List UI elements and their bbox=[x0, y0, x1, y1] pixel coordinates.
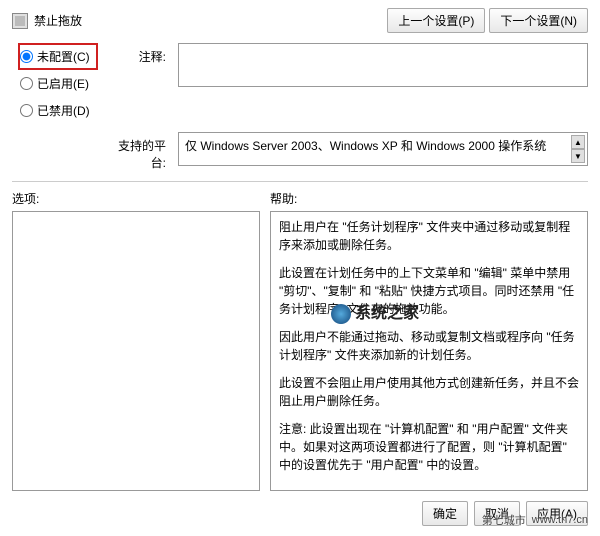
options-header: 选项: bbox=[12, 188, 260, 211]
comment-input[interactable] bbox=[178, 43, 588, 87]
help-p1: 阻止用户在 "任务计划程序" 文件夹中通过移动或复制程序来添加或删除任务。 bbox=[279, 218, 579, 254]
options-box bbox=[12, 211, 260, 491]
footer-watermark: 第七城市 www.th7.cn bbox=[482, 512, 588, 528]
footer-url: www.th7.cn bbox=[532, 514, 588, 526]
radio-enabled[interactable]: 已启用(E) bbox=[18, 70, 98, 97]
separator bbox=[12, 181, 588, 182]
next-setting-button[interactable]: 下一个设置(N) bbox=[489, 8, 588, 33]
radio-not-configured-input[interactable] bbox=[20, 50, 33, 63]
scroll-down-icon[interactable]: ▼ bbox=[571, 149, 585, 163]
radio-disabled-input[interactable] bbox=[20, 104, 33, 117]
radio-enabled-input[interactable] bbox=[20, 77, 33, 90]
help-header: 帮助: bbox=[270, 188, 588, 211]
prev-setting-button[interactable]: 上一个设置(P) bbox=[387, 8, 485, 33]
radio-not-configured[interactable]: 未配置(C) bbox=[18, 43, 98, 70]
ok-button[interactable]: 确定 bbox=[422, 501, 468, 526]
radio-disabled-label: 已禁用(D) bbox=[37, 102, 90, 119]
page-title: 禁止拖放 bbox=[34, 12, 82, 29]
platform-text: 仅 Windows Server 2003、Windows XP 和 Windo… bbox=[185, 139, 546, 153]
help-p3: 因此用户不能通过拖动、移动或复制文档或程序向 "任务计划程序" 文件夹添加新的计… bbox=[279, 328, 579, 364]
policy-icon bbox=[12, 13, 28, 29]
help-p5: 注意: 此设置出现在 "计算机配置" 和 "用户配置" 文件夹中。如果对这两项设… bbox=[279, 420, 579, 474]
help-p4: 此设置不会阻止用户使用其他方式创建新任务，并且不会阻止用户删除任务。 bbox=[279, 374, 579, 410]
help-box: 阻止用户在 "任务计划程序" 文件夹中通过移动或复制程序来添加或删除任务。 此设… bbox=[270, 211, 588, 491]
platform-label: 支持的平台: bbox=[110, 132, 166, 171]
footer-site: 第七城市 bbox=[482, 512, 526, 528]
scroll-up-icon[interactable]: ▲ bbox=[571, 135, 585, 149]
comment-label: 注释: bbox=[110, 43, 166, 124]
help-p2: 此设置在计划任务中的上下文菜单和 "编辑" 菜单中禁用 "剪切"、"复制" 和 … bbox=[279, 264, 579, 318]
radio-enabled-label: 已启用(E) bbox=[37, 75, 89, 92]
radio-not-configured-label: 未配置(C) bbox=[37, 48, 90, 65]
platform-box: 仅 Windows Server 2003、Windows XP 和 Windo… bbox=[178, 132, 588, 166]
radio-disabled[interactable]: 已禁用(D) bbox=[18, 97, 98, 124]
